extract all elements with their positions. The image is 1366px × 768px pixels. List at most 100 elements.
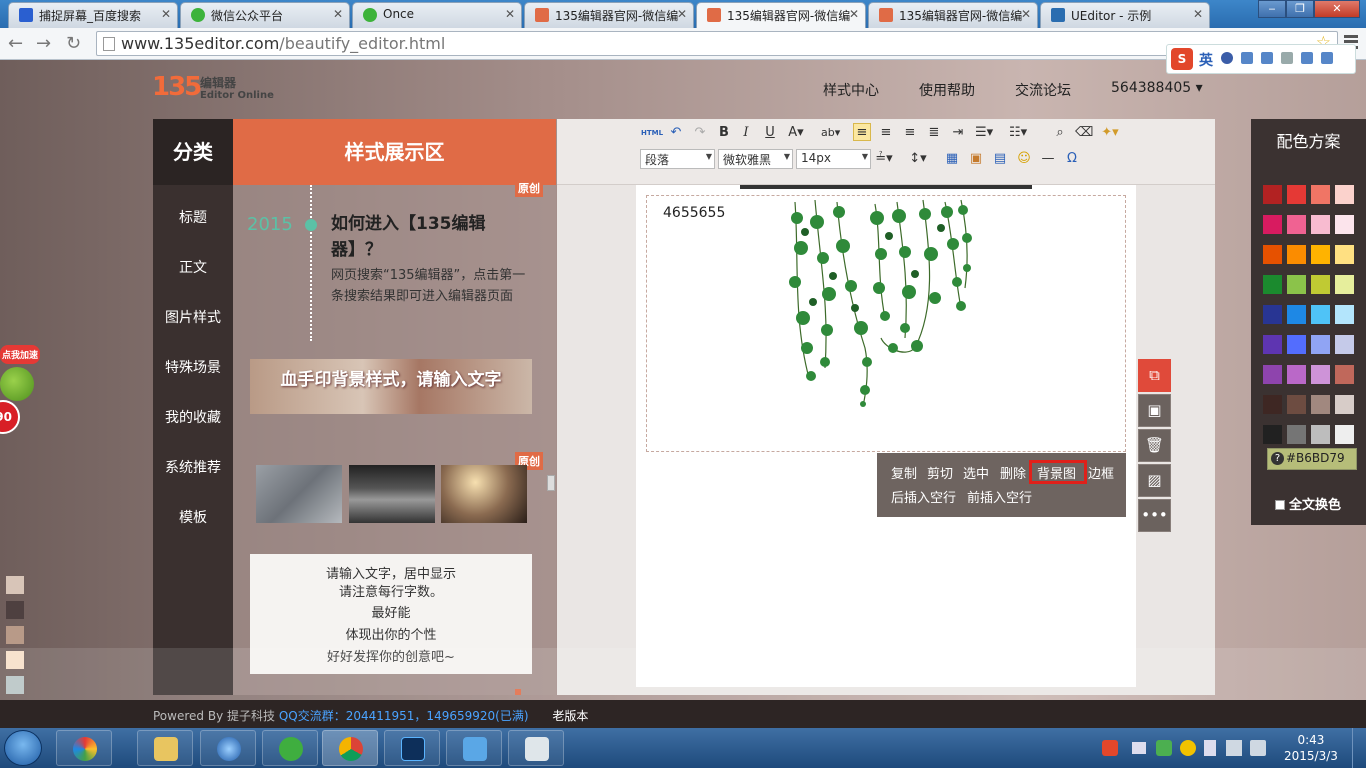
image-gallery-icon[interactable]: ▨	[1138, 464, 1171, 497]
sunset-person-thumbnail[interactable]	[441, 465, 527, 523]
color-swatch[interactable]	[1263, 185, 1282, 204]
close-window-icon[interactable]: ✕	[1314, 0, 1360, 18]
color-swatch[interactable]	[1263, 275, 1282, 294]
color-swatch[interactable]	[1263, 215, 1282, 234]
color-swatch[interactable]	[1287, 245, 1306, 264]
color-swatch[interactable]	[1311, 395, 1330, 414]
line-height-icon[interactable]: ↕▾	[909, 150, 927, 168]
editor-canvas[interactable]: 4655655	[636, 185, 1136, 687]
color-hex-input[interactable]: ? #B6BD79	[1267, 448, 1357, 470]
color-swatch[interactable]	[1287, 425, 1306, 444]
taskbar-app[interactable]	[137, 730, 193, 766]
nav-style-center[interactable]: 样式中心	[823, 80, 879, 100]
checkbox-box[interactable]	[1275, 500, 1285, 510]
color-swatch[interactable]	[1263, 305, 1282, 324]
punctuation-icon[interactable]	[1241, 52, 1253, 64]
theme-swatch[interactable]	[6, 601, 24, 619]
menu-copy[interactable]: 复制	[891, 463, 917, 482]
indent-icon[interactable]: ⇥	[949, 124, 967, 142]
editor-text[interactable]: 4655655	[663, 205, 725, 221]
network-tray-icon[interactable]	[1226, 740, 1242, 756]
eraser-icon[interactable]: ⌫	[1075, 124, 1093, 142]
underline-icon[interactable]: U	[761, 124, 779, 142]
category-item-body[interactable]: 正文	[153, 243, 233, 293]
timeline-body[interactable]: 网页搜索“135编辑器”，点击第一条搜索结果即可进入编辑器页面	[331, 265, 531, 307]
taskbar-app[interactable]	[200, 730, 256, 766]
category-item-scene[interactable]: 特殊场景	[153, 343, 233, 393]
color-swatch[interactable]	[1335, 425, 1354, 444]
color-swatch[interactable]	[1287, 305, 1306, 324]
color-swatch[interactable]	[1287, 275, 1306, 294]
close-tab-icon[interactable]: ✕	[333, 7, 343, 21]
color-swatch[interactable]	[1287, 335, 1306, 354]
back-arrow-icon[interactable]: ←	[8, 33, 23, 54]
paragraph-spacing-icon[interactable]: ≟▾	[875, 150, 893, 168]
old-version-link[interactable]: 老版本	[552, 709, 588, 723]
video-icon[interactable]: ▤	[991, 150, 1009, 168]
copy-content-icon[interactable]: ⧉	[1138, 359, 1171, 392]
image-icon[interactable]: ▣	[967, 150, 985, 168]
timeline-heading[interactable]: 如何进入【135编辑器】？	[331, 211, 511, 263]
selected-style-block[interactable]: 4655655	[646, 195, 1126, 452]
color-swatch[interactable]	[1311, 335, 1330, 354]
color-swatch[interactable]	[1335, 215, 1354, 234]
settings-wrench-icon[interactable]	[1321, 52, 1333, 64]
color-swatch[interactable]	[1263, 425, 1282, 444]
more-icon[interactable]: •••	[1138, 499, 1171, 532]
theme-swatch[interactable]	[6, 626, 24, 644]
close-tab-icon[interactable]: ✕	[161, 7, 171, 21]
sogou-tray-icon[interactable]	[1102, 740, 1118, 756]
align-right-icon[interactable]: ≡	[901, 124, 919, 142]
sogou-logo-icon[interactable]: S	[1171, 48, 1193, 70]
help-icon[interactable]: ?	[1271, 452, 1284, 465]
color-swatch[interactable]	[1335, 305, 1354, 324]
trash-icon[interactable]: 🗑	[1138, 429, 1171, 462]
color-swatch[interactable]	[1335, 395, 1354, 414]
align-center-icon[interactable]: ≡	[877, 124, 895, 142]
browser-tab-once[interactable]: Once ✕	[352, 2, 522, 28]
color-swatch[interactable]	[1335, 245, 1354, 264]
style-gallery-scrollbar[interactable]	[547, 475, 555, 491]
category-item-template[interactable]: 模板	[153, 493, 233, 543]
emoji-icon[interactable]: ☺	[1015, 150, 1033, 168]
color-swatch[interactable]	[1287, 365, 1306, 384]
unordered-list-icon[interactable]: ☰▾	[975, 124, 993, 142]
taskbar-app[interactable]	[384, 730, 440, 766]
ice-texture-thumbnail[interactable]	[256, 465, 342, 523]
undo-icon[interactable]: ↶	[667, 124, 685, 142]
browser-tab-135-b[interactable]: 135编辑器官网-微信编 ✕	[868, 2, 1038, 28]
color-swatch[interactable]	[1287, 395, 1306, 414]
user-icon[interactable]	[1281, 52, 1293, 64]
taskbar-app[interactable]	[446, 730, 502, 766]
browser-tab-135-active[interactable]: 135编辑器官网-微信编 ✕	[696, 2, 866, 29]
menu-select[interactable]: 选中	[963, 463, 989, 482]
hanging-vines-image[interactable]	[785, 198, 975, 410]
color-swatch[interactable]	[1287, 215, 1306, 234]
italic-icon[interactable]: I	[737, 124, 755, 142]
category-item-favorites[interactable]: 我的收藏	[153, 393, 233, 443]
maximize-icon[interactable]: ❐	[1286, 0, 1314, 18]
align-justify-icon[interactable]: ≣	[925, 124, 943, 142]
taskbar-app[interactable]	[322, 730, 378, 766]
full-text-recolor-checkbox[interactable]: 全文换色	[1275, 494, 1341, 513]
color-swatch[interactable]	[1311, 365, 1330, 384]
menu-insert-before[interactable]: 前插入空行	[967, 487, 1032, 506]
menu-delete[interactable]: 删除	[1000, 463, 1026, 482]
keyboard-tray-icon[interactable]	[1132, 742, 1146, 754]
menu-border[interactable]: 边框	[1088, 463, 1114, 482]
find-replace-icon[interactable]: ⌕	[1051, 124, 1069, 142]
browser-tab-wechat[interactable]: 微信公众平台 ✕	[180, 2, 350, 28]
taskbar-app[interactable]	[262, 730, 318, 766]
theme-swatch[interactable]	[6, 576, 24, 594]
close-tab-icon[interactable]: ✕	[1193, 7, 1203, 21]
color-swatch[interactable]	[1263, 365, 1282, 384]
paragraph-select[interactable]: 段落 ▼	[640, 149, 715, 169]
color-swatch[interactable]	[1311, 185, 1330, 204]
moon-icon[interactable]	[1221, 52, 1233, 64]
car-interior-thumbnail[interactable]	[349, 465, 435, 523]
reload-icon[interactable]: ↻	[66, 33, 81, 54]
nav-help[interactable]: 使用帮助	[919, 80, 975, 100]
color-swatch[interactable]	[1287, 185, 1306, 204]
site-logo[interactable]: 135 编辑器 Editor Online	[152, 72, 282, 104]
color-swatch[interactable]	[1311, 425, 1330, 444]
